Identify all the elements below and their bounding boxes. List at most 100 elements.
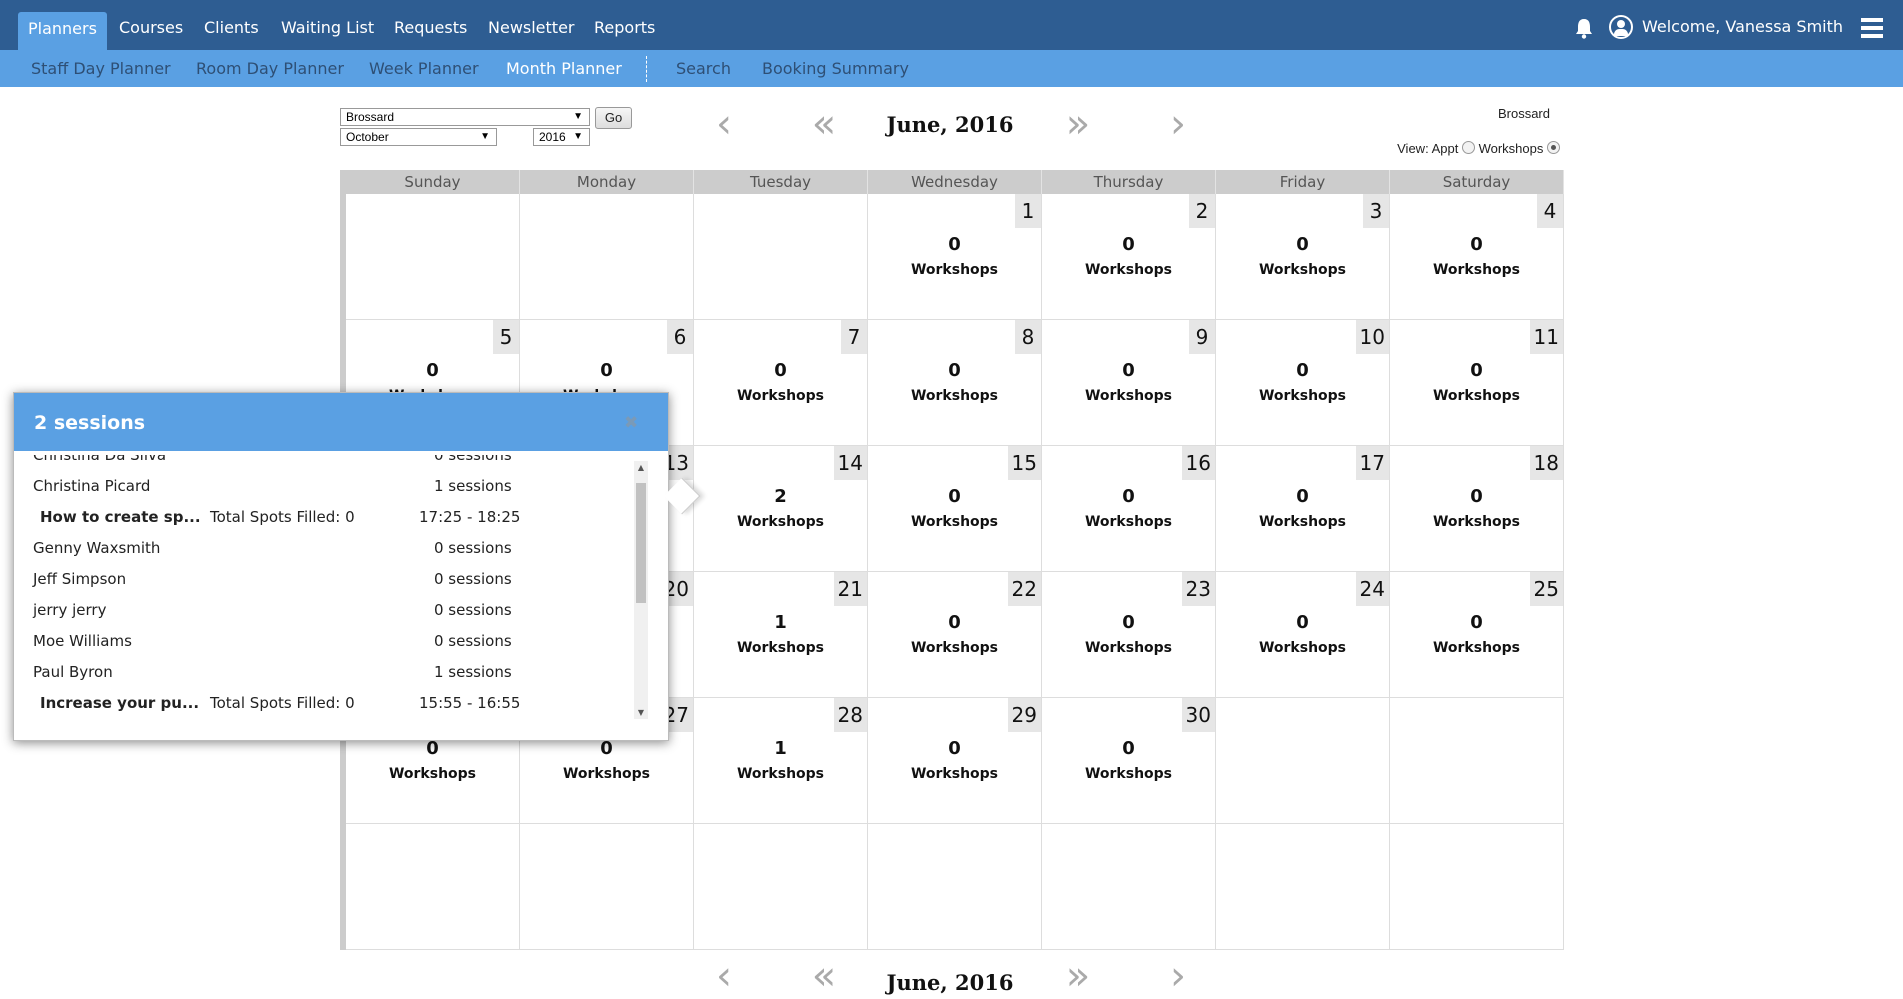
session-row[interactable]: How to create sp... Total Spots Filled: 0… bbox=[14, 503, 634, 534]
workshop-caption[interactable]: Workshops bbox=[868, 640, 1041, 656]
nav-clients[interactable]: Clients bbox=[194, 9, 269, 49]
workshop-count[interactable]: 1 bbox=[694, 738, 867, 759]
prev-year-bottom-icon[interactable]: « bbox=[806, 956, 842, 998]
day-cell[interactable]: 30 0 Workshops bbox=[1042, 698, 1216, 824]
workshop-caption[interactable]: Workshops bbox=[1042, 262, 1215, 278]
workshop-count[interactable]: 0 bbox=[1042, 738, 1215, 759]
workshop-caption[interactable]: Workshops bbox=[1390, 262, 1563, 278]
day-cell[interactable]: 8 0 Workshops bbox=[868, 320, 1042, 446]
workshop-caption[interactable]: Workshops bbox=[868, 766, 1041, 782]
workshop-count[interactable]: 0 bbox=[1216, 234, 1389, 255]
day-cell[interactable]: 10 0 Workshops bbox=[1216, 320, 1390, 446]
workshop-caption[interactable]: Workshops bbox=[694, 514, 867, 530]
workshop-count[interactable]: 0 bbox=[346, 738, 519, 759]
popup-scrollbar[interactable]: ▲ ▼ bbox=[634, 461, 648, 719]
next-year-icon[interactable]: » bbox=[1060, 104, 1096, 146]
workshop-caption[interactable]: Workshops bbox=[868, 388, 1041, 404]
workshop-caption[interactable]: Workshops bbox=[868, 262, 1041, 278]
workshop-count[interactable]: 0 bbox=[1042, 612, 1215, 633]
workshop-count[interactable]: 0 bbox=[868, 612, 1041, 633]
next-month-bottom-icon[interactable]: › bbox=[1160, 956, 1196, 998]
nav-reports[interactable]: Reports bbox=[584, 9, 665, 49]
staff-row[interactable]: Moe Williams 0 sessions bbox=[14, 627, 634, 658]
workshop-count[interactable]: 0 bbox=[868, 234, 1041, 255]
day-cell[interactable]: 24 0 Workshops bbox=[1216, 572, 1390, 698]
workshop-caption[interactable]: Workshops bbox=[1042, 766, 1215, 782]
nav-planners[interactable]: Planners bbox=[18, 12, 107, 50]
view-workshops-radio[interactable] bbox=[1547, 141, 1560, 154]
workshop-count[interactable]: 0 bbox=[1216, 486, 1389, 507]
day-cell[interactable]: 16 0 Workshops bbox=[1042, 446, 1216, 572]
day-cell[interactable]: 28 1 Workshops bbox=[694, 698, 868, 824]
day-cell[interactable]: 1 0 Workshops bbox=[868, 194, 1042, 320]
day-cell[interactable]: 23 0 Workshops bbox=[1042, 572, 1216, 698]
day-cell[interactable]: 11 0 Workshops bbox=[1390, 320, 1564, 446]
prev-month-icon[interactable]: ‹ bbox=[706, 104, 742, 146]
workshop-caption[interactable]: Workshops bbox=[694, 640, 867, 656]
staff-row[interactable]: Paul Byron 1 sessions bbox=[14, 658, 634, 689]
scroll-up-icon[interactable]: ▲ bbox=[636, 463, 646, 472]
day-cell[interactable]: 2 0 Workshops bbox=[1042, 194, 1216, 320]
workshop-caption[interactable]: Workshops bbox=[1390, 640, 1563, 656]
day-cell[interactable]: 4 0 Workshops bbox=[1390, 194, 1564, 320]
day-cell[interactable]: 15 0 Workshops bbox=[868, 446, 1042, 572]
subnav-month-planner[interactable]: Month Planner bbox=[506, 50, 622, 87]
staff-row[interactable]: Christina Picard 1 sessions bbox=[14, 472, 634, 503]
day-cell[interactable]: 3 0 Workshops bbox=[1216, 194, 1390, 320]
subnav-staff-day-planner[interactable]: Staff Day Planner bbox=[31, 50, 171, 87]
location-select[interactable]: Brossard ▼ bbox=[340, 108, 590, 126]
workshop-count[interactable]: 0 bbox=[868, 738, 1041, 759]
workshop-caption[interactable]: Workshops bbox=[1042, 640, 1215, 656]
month-select[interactable]: October ▼ bbox=[340, 128, 497, 146]
welcome-text[interactable]: Welcome, Vanessa Smith bbox=[1642, 17, 1843, 36]
workshop-count[interactable]: 0 bbox=[1042, 360, 1215, 381]
next-year-bottom-icon[interactable]: » bbox=[1060, 956, 1096, 998]
workshop-count[interactable]: 0 bbox=[694, 360, 867, 381]
workshop-caption[interactable]: Workshops bbox=[868, 514, 1041, 530]
workshop-count[interactable]: 0 bbox=[1042, 234, 1215, 255]
workshop-count[interactable]: 0 bbox=[868, 486, 1041, 507]
subnav-week-planner[interactable]: Week Planner bbox=[369, 50, 479, 87]
workshop-count[interactable]: 0 bbox=[1042, 486, 1215, 507]
nav-courses[interactable]: Courses bbox=[109, 9, 193, 49]
workshop-count[interactable]: 0 bbox=[520, 360, 693, 381]
hamburger-menu-icon[interactable] bbox=[1861, 18, 1883, 38]
subnav-search[interactable]: Search bbox=[676, 50, 731, 87]
close-icon[interactable]: ✖ bbox=[624, 413, 638, 433]
staff-row[interactable]: Genny Waxsmith 0 sessions bbox=[14, 534, 634, 565]
workshop-count[interactable]: 0 bbox=[1390, 360, 1563, 381]
workshop-count[interactable]: 2 bbox=[694, 486, 867, 507]
workshop-caption[interactable]: Workshops bbox=[1216, 640, 1389, 656]
prev-year-icon[interactable]: « bbox=[806, 104, 842, 146]
workshop-caption[interactable]: Workshops bbox=[1042, 514, 1215, 530]
go-button[interactable]: Go bbox=[595, 107, 632, 129]
workshop-caption[interactable]: Workshops bbox=[346, 766, 519, 782]
session-row[interactable]: Increase your pu... Total Spots Filled: 0… bbox=[14, 689, 634, 720]
workshop-count[interactable]: 0 bbox=[1216, 612, 1389, 633]
subnav-booking-summary[interactable]: Booking Summary bbox=[762, 50, 909, 87]
next-month-icon[interactable]: › bbox=[1160, 104, 1196, 146]
workshop-count[interactable]: 0 bbox=[1216, 360, 1389, 381]
nav-requests[interactable]: Requests bbox=[384, 9, 477, 49]
year-select[interactable]: 2016 ▼ bbox=[533, 128, 590, 146]
workshop-caption[interactable]: Workshops bbox=[1216, 262, 1389, 278]
scroll-down-icon[interactable]: ▼ bbox=[636, 708, 646, 717]
workshop-count[interactable]: 0 bbox=[1390, 234, 1563, 255]
bell-icon[interactable] bbox=[1574, 17, 1594, 39]
nav-waiting-list[interactable]: Waiting List bbox=[271, 9, 384, 49]
workshop-count[interactable]: 0 bbox=[1390, 486, 1563, 507]
day-cell[interactable]: 7 0 Workshops bbox=[694, 320, 868, 446]
view-appt-radio[interactable] bbox=[1461, 141, 1475, 154]
staff-row[interactable]: Jeff Simpson 0 sessions bbox=[14, 565, 634, 596]
day-cell[interactable]: 14 2 Workshops bbox=[694, 446, 868, 572]
prev-month-bottom-icon[interactable]: ‹ bbox=[706, 956, 742, 998]
subnav-room-day-planner[interactable]: Room Day Planner bbox=[196, 50, 344, 87]
popup-list[interactable]: Christina Da Silva 0 sessions Christina Pi… bbox=[14, 455, 638, 725]
day-cell[interactable]: 18 0 Workshops bbox=[1390, 446, 1564, 572]
user-avatar-icon[interactable] bbox=[1609, 15, 1633, 39]
day-cell[interactable]: 22 0 Workshops bbox=[868, 572, 1042, 698]
workshop-caption[interactable]: Workshops bbox=[1042, 388, 1215, 404]
workshop-count[interactable]: 0 bbox=[1390, 612, 1563, 633]
nav-newsletter[interactable]: Newsletter bbox=[478, 9, 585, 49]
staff-row[interactable]: Christina Da Silva 0 sessions bbox=[14, 455, 634, 472]
